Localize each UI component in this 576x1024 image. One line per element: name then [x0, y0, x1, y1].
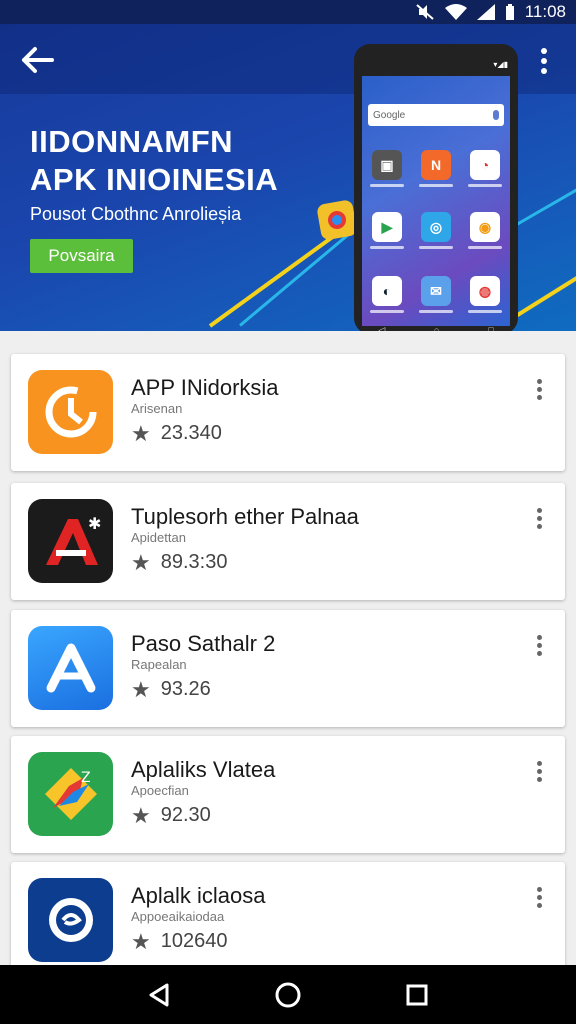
app-developer: Appoeaikaiodaa [131, 909, 225, 924]
more-vert-icon[interactable] [529, 882, 549, 912]
hero-banner: IIDONNAMFN APK INIOINESIA Pousot Cbothnc… [0, 24, 576, 331]
more-vert-icon[interactable] [529, 503, 549, 533]
app-card[interactable]: APP INidorksia Arisenan ★ 23.340 [11, 354, 565, 471]
more-vert-icon[interactable] [529, 374, 549, 404]
phone-status-icons: ▾◢▮ [493, 60, 508, 69]
phone-app-label [419, 184, 453, 187]
mic-icon [493, 110, 499, 120]
nav-home-button[interactable] [268, 975, 308, 1015]
rating-value: 93.26 [160, 678, 211, 700]
star-icon: ★ [131, 928, 151, 954]
phone-app-icon: ◉ [470, 212, 500, 242]
phone-app-label [370, 310, 404, 313]
phone-app-icon: ◍ [470, 276, 500, 306]
arrow-left-icon [22, 47, 54, 73]
phone-app-icon: ✉ [421, 276, 451, 306]
recents-square-icon [406, 984, 428, 1005]
status-time: 11:08 [524, 2, 566, 21]
star-icon: ★ [131, 420, 151, 446]
app-name: APP INidorksia [131, 375, 279, 400]
phone-app-icon: ▶ [372, 212, 402, 242]
app-card[interactable]: ✱ Tuplesorh ether Palnaa Apidettan ★ 89.… [11, 483, 565, 600]
app-developer: Rapealan [131, 657, 187, 672]
app-card[interactable]: Z Aplaliks Vlatea Apoecfian ★ 92.30 [11, 736, 565, 853]
app-rating: ★ 93.26 [131, 678, 211, 701]
home-circle-icon [275, 982, 301, 1007]
star-icon: ★ [131, 549, 151, 575]
more-vert-icon[interactable] [530, 44, 558, 78]
wifi-icon [444, 4, 467, 20]
back-triangle-icon [149, 983, 169, 1006]
app-icon [28, 878, 113, 962]
phone-app-label [370, 184, 404, 187]
phone-app-label [468, 310, 502, 313]
phone-app-label [419, 310, 453, 313]
app-badge-icon [316, 199, 358, 241]
star-icon: ★ [131, 802, 151, 828]
rating-value: 23.340 [160, 422, 222, 444]
star-icon: ★ [131, 676, 151, 702]
app-name: Tuplesorh ether Palnaa [131, 504, 359, 529]
system-nav-bar [0, 965, 576, 1024]
phone-app-label [370, 246, 404, 249]
phone-screen: Google ▣ N ◔ ▶ ◎ ◉ ◐ ✉ ◍ [362, 76, 510, 326]
app-icon [28, 626, 113, 710]
svg-text:Z: Z [81, 770, 91, 786]
app-developer: Apoecfian [131, 783, 189, 798]
rating-value: 92.30 [160, 804, 211, 826]
app-icon [28, 370, 113, 454]
hero-subtitle: Pousot Cbothnc Anrolieșia [30, 204, 242, 224]
phone-app-icon: ◔ [470, 150, 500, 180]
hero-title-line1: IIDONNAMFN [30, 124, 234, 159]
app-rating: ★ 89.3:30 [131, 551, 227, 574]
phone-app-label [468, 246, 502, 249]
app-developer: Arisenan [131, 401, 183, 416]
app-list: APP INidorksia Arisenan ★ 23.340 ✱ Tuple… [0, 331, 576, 979]
app-icon: ✱ [28, 499, 113, 583]
rating-value: 89.3:30 [160, 551, 228, 573]
app-name: Aplalk iclaosa [131, 883, 266, 908]
app-card[interactable]: Paso Sathalr 2 Rapealan ★ 93.26 [11, 610, 565, 727]
nav-back-button[interactable] [139, 975, 179, 1015]
app-rating: ★ 92.30 [131, 804, 211, 827]
rating-value: 102640 [160, 930, 228, 952]
hero-title-line2: APK INIOINESIA [30, 162, 279, 197]
app-rating: ★ 102640 [131, 930, 227, 953]
status-bar: 11:08 [0, 0, 576, 24]
phone-app-label [419, 246, 453, 249]
back-button[interactable] [18, 42, 58, 78]
nav-recents-button[interactable] [397, 975, 437, 1015]
more-vert-icon[interactable] [529, 630, 549, 660]
battery-icon [505, 4, 514, 20]
more-vert-icon[interactable] [529, 756, 549, 786]
phone-search-bar: Google [368, 104, 504, 126]
phone-mockup: ▾◢▮ Google ▣ N ◔ ▶ ◎ ◉ ◐ ✉ ◍ ◁ ○ □ [354, 44, 518, 331]
svg-text:✱: ✱ [88, 514, 101, 533]
phone-app-icon: ◎ [421, 212, 451, 242]
app-card[interactable]: Aplalk iclaosa Appoeaikaiodaa ★ 102640 [11, 862, 565, 979]
signal-icon [476, 4, 495, 20]
phone-app-label [468, 184, 502, 187]
app-icon: Z [28, 752, 113, 836]
decor-stripe [514, 184, 576, 227]
phone-app-icon: N [421, 150, 451, 180]
phone-app-icon: ◐ [372, 276, 402, 306]
app-developer: Apidettan [131, 530, 186, 545]
app-name: Aplaliks Vlatea [131, 757, 276, 782]
mute-icon [416, 4, 434, 20]
hero-cta-button[interactable]: Povsaira [30, 239, 133, 273]
phone-app-icon: ▣ [372, 150, 402, 180]
app-rating: ★ 23.340 [131, 422, 222, 445]
phone-search-text: Google [373, 109, 406, 121]
app-name: Paso Sathalr 2 [131, 631, 276, 656]
